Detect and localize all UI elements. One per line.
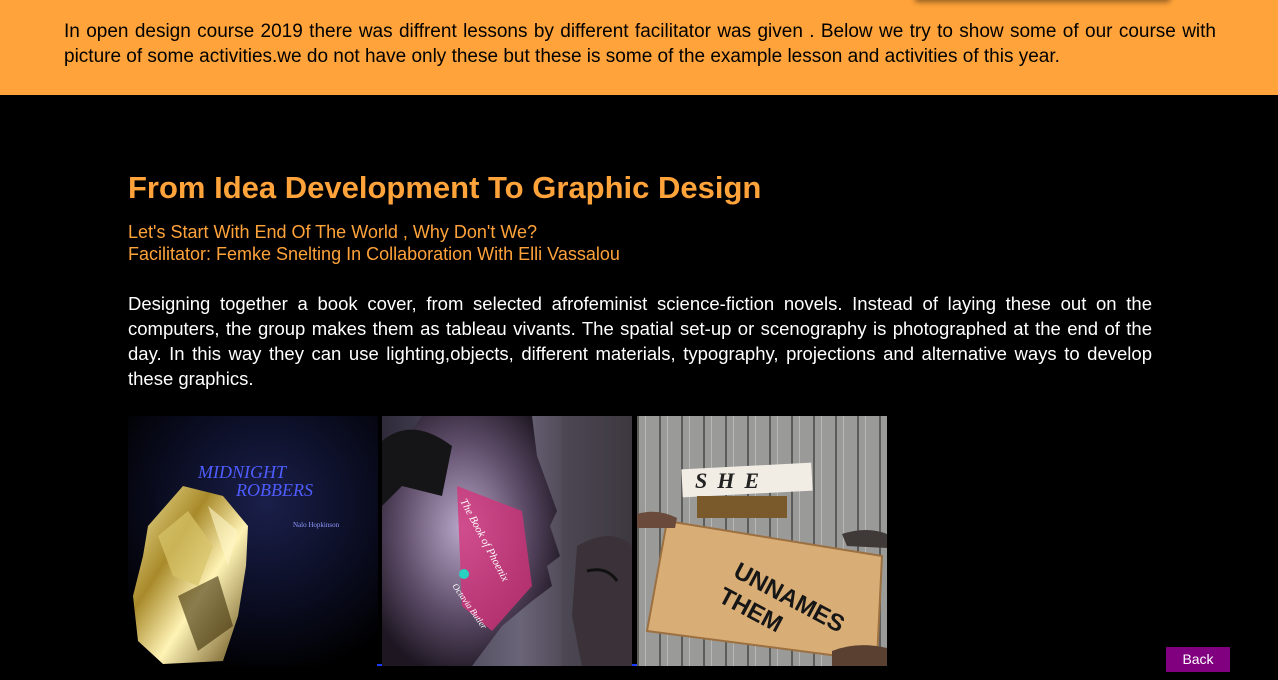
lesson-description: Designing together a book cover, from se… [128,293,1152,389]
back-button[interactable]: Back [1166,647,1230,672]
link-underline [632,664,637,666]
photo-she-unnames-them[interactable]: SHE UNNAMES THEM [637,416,887,666]
intro-banner: In open design course 2019 there was dif… [0,0,1278,95]
lesson-subtitle: Let's Start With End Of The World , Why … [128,221,620,265]
link-underline [377,664,382,666]
facilitator-text: Facilitator: Femke Snelting In Collabora… [128,244,620,264]
photo1-author: Nalo Hopkinson [293,521,340,529]
photo1-title-line2: ROBBERS [235,480,313,500]
photo-projection-face[interactable]: The Book of Phoenix Octavia Butler [382,416,632,666]
photo-gallery: MIDNIGHT ROBBERS Nalo Hopkinson The Book… [128,416,888,666]
photo3-sign-top: SHE [695,468,769,493]
photo1-title-line1: MIDNIGHT [197,462,288,482]
lesson-subtitle-text: Let's Start With End Of The World , Why … [128,222,538,242]
lesson-title: From Idea Development To Graphic Design [128,170,762,205]
photo-midnight-robbers[interactable]: MIDNIGHT ROBBERS Nalo Hopkinson [128,416,378,666]
intro-text: In open design course 2019 there was dif… [64,21,1216,67]
